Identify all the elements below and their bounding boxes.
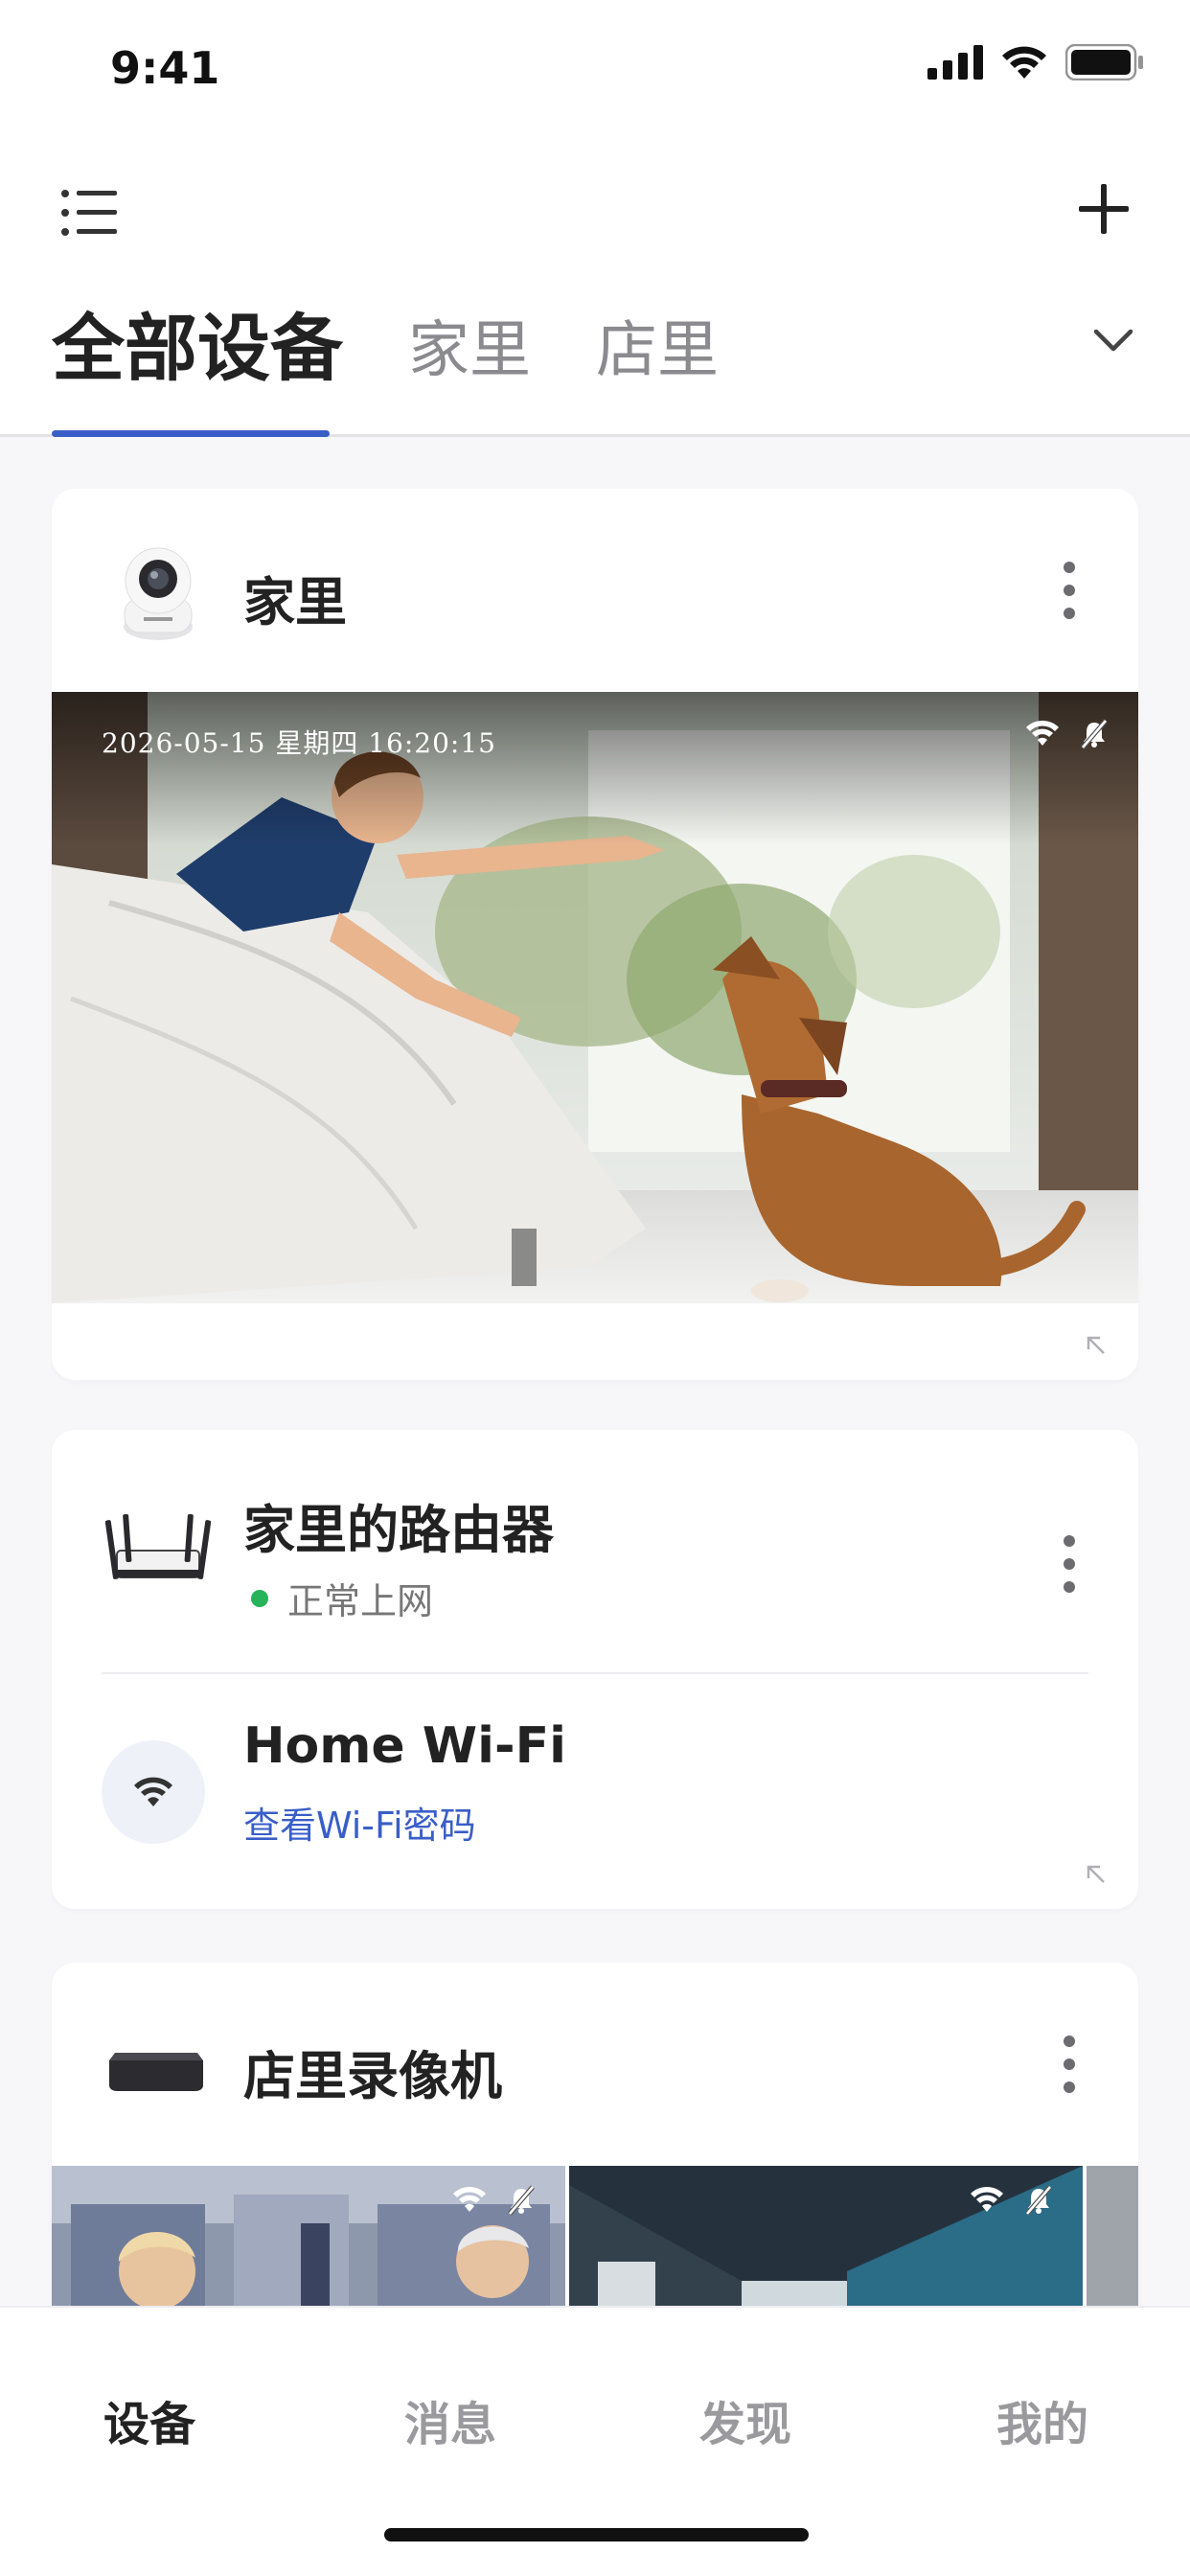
nvr-device-icon bbox=[109, 2053, 203, 2091]
list-menu-icon[interactable] bbox=[59, 182, 121, 243]
nvr-channel-2[interactable]: 5. bbox=[569, 2166, 1083, 2306]
video-status-icons bbox=[1025, 719, 1110, 749]
wifi-name: Home Wi-Fi bbox=[243, 1717, 566, 1775]
tab-all-devices[interactable]: 全部设备 bbox=[52, 289, 343, 395]
active-tab-indicator bbox=[52, 430, 330, 437]
device-list: 家里 2026-05-15 星期四 16:20:15 家里的路由器 正常上网 H… bbox=[0, 437, 1190, 2306]
router-title: 家里的路由器 bbox=[243, 1500, 554, 1560]
more-dot bbox=[1064, 562, 1075, 573]
camera-card[interactable]: 家里 2026-05-15 星期四 16:20:15 bbox=[52, 489, 1138, 1380]
channel-status-icons bbox=[452, 2185, 537, 2216]
nvr-channel-1[interactable] bbox=[52, 2166, 565, 2306]
cellular-signal-icon bbox=[927, 45, 983, 80]
wifi-icon-badge bbox=[102, 1740, 205, 1844]
nvr-title: 店里录像机 bbox=[243, 2046, 502, 2106]
more-dot bbox=[1064, 1535, 1075, 1547]
router-status-text: 正常上网 bbox=[287, 1580, 434, 1622]
chevron-down-icon[interactable] bbox=[1087, 314, 1140, 368]
group-tabs: 全部设备 家里 店里 bbox=[0, 297, 1190, 437]
nvr-channel-previews: 5. bbox=[52, 2166, 1138, 2306]
more-dot bbox=[1064, 1581, 1075, 1593]
bottom-tab-bar: 设备 消息 发现 我的 bbox=[0, 2306, 1190, 2576]
home-indicator bbox=[384, 2528, 809, 2542]
nvr-more-button[interactable] bbox=[1060, 2036, 1079, 2093]
app-header: 全部设备 家里 店里 bbox=[0, 134, 1190, 437]
status-icons bbox=[927, 44, 1144, 80]
wifi-signal-icon bbox=[453, 2186, 486, 2212]
tabbar-devices[interactable]: 设备 bbox=[54, 2386, 245, 2453]
more-dot bbox=[1064, 2082, 1075, 2093]
tab-home[interactable]: 家里 bbox=[408, 301, 531, 389]
nvr-card[interactable]: 店里录像机 bbox=[52, 1963, 1138, 2306]
wifi-icon bbox=[134, 1777, 172, 1806]
card-divider bbox=[102, 1672, 1088, 1674]
status-bar: 9:41 bbox=[0, 0, 1190, 134]
more-dot bbox=[1064, 2036, 1075, 2047]
router-card[interactable]: 家里的路由器 正常上网 Home Wi-Fi 查看Wi-Fi密码 bbox=[52, 1430, 1138, 1909]
more-dot bbox=[1064, 2058, 1075, 2070]
channel-status-icons bbox=[970, 2185, 1054, 2216]
camera-title: 家里 bbox=[243, 572, 347, 632]
expand-icon[interactable] bbox=[1083, 1332, 1110, 1359]
add-device-icon[interactable] bbox=[1069, 174, 1138, 243]
wifi-status-icon bbox=[1002, 46, 1046, 79]
alarm-off-icon bbox=[1081, 719, 1108, 749]
alarm-off-icon bbox=[1025, 2185, 1052, 2216]
online-status-dot bbox=[251, 1589, 268, 1607]
tabbar-messages[interactable]: 消息 bbox=[355, 2386, 546, 2453]
more-dot bbox=[1064, 608, 1075, 619]
more-dot bbox=[1064, 1558, 1075, 1570]
video-top-gradient bbox=[52, 692, 1138, 845]
more-dot bbox=[1064, 585, 1075, 596]
camera-device-icon bbox=[124, 547, 193, 640]
video-timestamp: 2026-05-15 星期四 16:20:15 bbox=[102, 727, 496, 759]
router-device-icon bbox=[105, 1513, 211, 1579]
tab-shop[interactable]: 店里 bbox=[596, 301, 719, 389]
alarm-off-icon bbox=[508, 2185, 535, 2216]
router-more-button[interactable] bbox=[1060, 1535, 1079, 1593]
tabbar-me[interactable]: 我的 bbox=[947, 2386, 1138, 2453]
camera-card-header: 家里 bbox=[52, 489, 1138, 692]
view-wifi-password-link[interactable]: 查看Wi-Fi密码 bbox=[243, 1796, 476, 1849]
nvr-channel-3[interactable] bbox=[1087, 2166, 1138, 2306]
wifi-signal-icon bbox=[1026, 720, 1059, 746]
wifi-signal-icon bbox=[971, 2186, 1003, 2212]
camera-live-preview[interactable]: 2026-05-15 星期四 16:20:15 bbox=[52, 692, 1138, 1303]
expand-icon[interactable] bbox=[1083, 1861, 1110, 1888]
router-status: 正常上网 bbox=[243, 1572, 433, 1624]
tabbar-discover[interactable]: 发现 bbox=[650, 2386, 841, 2453]
status-time: 9:41 bbox=[110, 42, 220, 94]
camera-more-button[interactable] bbox=[1060, 562, 1079, 619]
battery-icon bbox=[1065, 44, 1143, 80]
